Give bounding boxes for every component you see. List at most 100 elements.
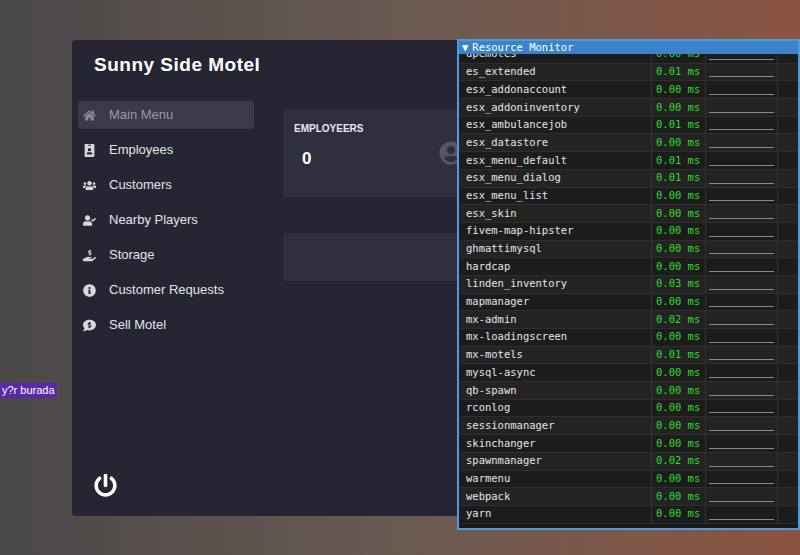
resource-graph	[706, 382, 778, 399]
resource-row: esx_menu_default0.01 ms	[459, 152, 798, 170]
resource-name: hardcap	[459, 258, 652, 275]
resource-row: webpack0.00 ms	[459, 488, 798, 506]
resource-row: esx_addoninventory0.00 ms	[459, 99, 798, 117]
sidebar-item[interactable]: Employees	[78, 136, 254, 164]
resource-graph	[706, 329, 778, 346]
resource-row: spawnmanager0.02 ms	[459, 453, 798, 471]
graph-baseline	[709, 501, 774, 502]
resource-time: 0.01 ms	[652, 64, 706, 81]
graph-baseline	[709, 236, 774, 237]
graph-baseline	[709, 519, 774, 520]
graph-baseline	[709, 359, 774, 360]
resource-time: 0.02 ms	[652, 453, 706, 470]
resource-time: 0.00 ms	[652, 294, 706, 311]
resource-time: 0.00 ms	[652, 329, 706, 346]
motel-body: Main Menu Employees Customers Nearby Player…	[72, 90, 492, 516]
monitor-title-bar[interactable]: ▼Resource Monitor	[459, 41, 798, 54]
graph-baseline	[709, 377, 774, 378]
motel-panel: Sunny Side Motel Main Menu Employees Custom…	[72, 40, 492, 516]
resource-name: esx_menu_list	[459, 188, 652, 205]
sidebar-item[interactable]: Customer Requests	[78, 276, 254, 304]
resource-graph	[706, 188, 778, 205]
resource-row: mysql-async0.00 ms	[459, 364, 798, 382]
sidebar-item[interactable]: Main Menu	[78, 101, 254, 129]
resource-monitor[interactable]: ▼Resource Monitordpemotes0.00 mses_exten…	[457, 39, 800, 530]
graph-baseline	[709, 218, 774, 219]
resource-time: 0.00 ms	[652, 134, 706, 151]
sidebar-label: Sell Motel	[109, 315, 166, 335]
resource-time: 0.00 ms	[652, 223, 706, 240]
resource-graph	[706, 99, 778, 116]
resource-name: webpack	[459, 488, 652, 505]
sidebar-label: Customer Requests	[109, 280, 224, 300]
resource-graph	[706, 400, 778, 417]
stat-label: EMPLOYEERS	[294, 121, 363, 136]
sidebar-item[interactable]: Customers	[78, 171, 254, 199]
resource-time: 0.00 ms	[652, 417, 706, 434]
info-icon	[83, 284, 96, 297]
resource-row: linden_inventory0.03 ms	[459, 276, 798, 294]
graph-baseline	[709, 289, 774, 290]
resource-name: esx_addonaccount	[459, 81, 652, 98]
resource-name: esx_ambulancejob	[459, 117, 652, 134]
graph-baseline	[709, 200, 774, 201]
resource-time: 0.00 ms	[652, 382, 706, 399]
resource-graph	[706, 311, 778, 328]
resource-name: mx-motels	[459, 347, 652, 364]
resource-time: 0.02 ms	[652, 311, 706, 328]
stat-value: 0	[294, 146, 363, 172]
resource-time: 0.00 ms	[652, 488, 706, 505]
resource-time: 0.00 ms	[652, 99, 706, 116]
resource-row: mapmanager0.00 ms	[459, 294, 798, 312]
resource-time: 0.00 ms	[652, 81, 706, 98]
resource-name: ghmattimysql	[459, 241, 652, 258]
graph-baseline	[709, 324, 774, 325]
hand-holding-money-icon	[83, 249, 96, 262]
resource-name: mysql-async	[459, 364, 652, 381]
resource-graph	[706, 241, 778, 258]
resource-row: mx-loadingscreen0.00 ms	[459, 329, 798, 347]
collapse-toggle[interactable]: ▼	[462, 40, 468, 56]
sidebar-item[interactable]: Storage	[78, 241, 254, 269]
resource-graph	[706, 117, 778, 134]
graph-baseline	[709, 147, 774, 148]
resource-graph	[706, 506, 778, 523]
resource-row: esx_menu_list0.00 ms	[459, 188, 798, 206]
resource-name: mapmanager	[459, 294, 652, 311]
resource-name: fivem-map-hipster	[459, 223, 652, 240]
resource-name: esx_addoninventory	[459, 99, 652, 116]
graph-baseline	[709, 183, 774, 184]
resource-row: rconlog0.00 ms	[459, 400, 798, 418]
resource-graph	[706, 488, 778, 505]
power-icon[interactable]	[94, 474, 117, 497]
comment-dollar-icon	[83, 319, 96, 332]
sidebar-label: Employees	[109, 140, 173, 160]
graph-baseline	[709, 448, 774, 449]
graph-baseline	[709, 466, 774, 467]
resource-row: esx_datastore0.00 ms	[459, 134, 798, 152]
id-badge-icon	[83, 144, 96, 157]
sidebar-item[interactable]: Sell Motel	[78, 311, 254, 339]
resource-row: warmenu0.00 ms	[459, 471, 798, 489]
graph-baseline	[709, 306, 774, 307]
monitor-title: Resource Monitor	[472, 40, 573, 56]
graph-baseline	[709, 483, 774, 484]
resource-name: dpemotes	[459, 54, 652, 63]
sidebar: Main Menu Employees Customers Nearby Player…	[72, 90, 254, 516]
graph-baseline	[709, 395, 774, 396]
resource-time: 0.00 ms	[652, 54, 706, 63]
resource-time: 0.00 ms	[652, 435, 706, 452]
resource-graph	[706, 54, 778, 63]
graph-baseline	[709, 59, 774, 60]
resource-row: mx-admin0.02 ms	[459, 311, 798, 329]
resource-time: 0.01 ms	[652, 117, 706, 134]
graph-baseline	[709, 94, 774, 95]
chat-message: y?r burada	[0, 383, 57, 398]
resource-graph	[706, 453, 778, 470]
sidebar-item[interactable]: Nearby Players	[78, 206, 254, 234]
resource-name: warmenu	[459, 471, 652, 488]
resource-row: es_extended0.01 ms	[459, 64, 798, 82]
resource-row: esx_ambulancejob0.01 ms	[459, 117, 798, 135]
motel-title: Sunny Side Motel	[94, 51, 260, 80]
resource-row: skinchanger0.00 ms	[459, 435, 798, 453]
